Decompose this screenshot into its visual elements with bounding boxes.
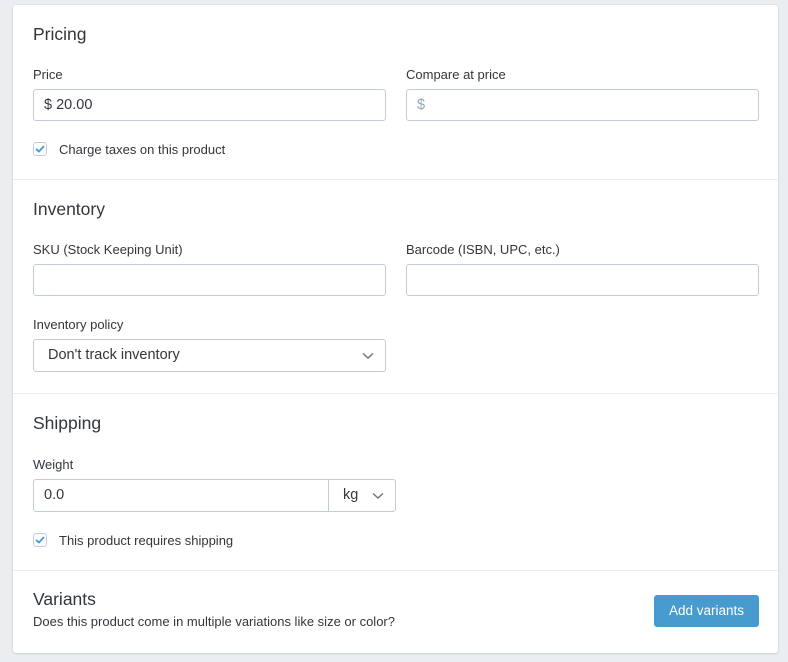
inventory-policy-select[interactable]: Don't track inventory [33, 339, 386, 372]
chevron-down-icon [362, 340, 374, 371]
inventory-policy-label: Inventory policy [33, 317, 124, 332]
add-variants-button[interactable]: Add variants [654, 595, 759, 627]
requires-shipping-label: This product requires shipping [59, 532, 234, 548]
shipping-title: Shipping [33, 413, 102, 433]
price-label: Price [33, 67, 63, 82]
variants-section: Variants Does this product come in multi… [13, 571, 778, 653]
variants-description: Does this product come in multiple varia… [33, 614, 395, 629]
inventory-policy-value: Don't track inventory [48, 347, 180, 363]
sku-input[interactable] [33, 264, 386, 296]
compare-at-price-label: Compare at price [406, 67, 506, 82]
checkmark-icon [35, 145, 45, 153]
charge-taxes-label: Charge taxes on this product [59, 141, 226, 157]
shipping-section: Shipping Weight 0.0 kg This product requ… [13, 394, 778, 571]
charge-taxes-checkbox[interactable] [33, 142, 47, 156]
pricing-title: Pricing [33, 24, 87, 44]
sku-label: SKU (Stock Keeping Unit) [33, 242, 183, 257]
requires-shipping-checkbox[interactable] [33, 533, 47, 547]
requires-shipping-row[interactable]: This product requires shipping [33, 532, 233, 548]
inventory-title: Inventory [33, 199, 105, 219]
chevron-down-icon [372, 480, 384, 511]
charge-taxes-row[interactable]: Charge taxes on this product [33, 141, 225, 157]
barcode-label: Barcode (ISBN, UPC, etc.) [406, 242, 560, 257]
inventory-section: Inventory SKU (Stock Keeping Unit) Barco… [13, 180, 778, 394]
checkmark-icon [35, 536, 45, 544]
barcode-input[interactable] [406, 264, 759, 296]
weight-label: Weight [33, 457, 74, 472]
compare-at-price-input[interactable]: $ [406, 89, 759, 121]
weight-unit-select[interactable]: kg [328, 479, 396, 512]
variants-title: Variants [33, 589, 96, 609]
price-input[interactable]: $ 20.00 [33, 89, 386, 121]
weight-unit-value: kg [343, 487, 359, 503]
product-details-card: Pricing Price $ 20.00 Compare at price $… [13, 5, 778, 653]
weight-input[interactable]: 0.0 [33, 479, 329, 512]
pricing-section: Pricing Price $ 20.00 Compare at price $… [13, 5, 778, 180]
